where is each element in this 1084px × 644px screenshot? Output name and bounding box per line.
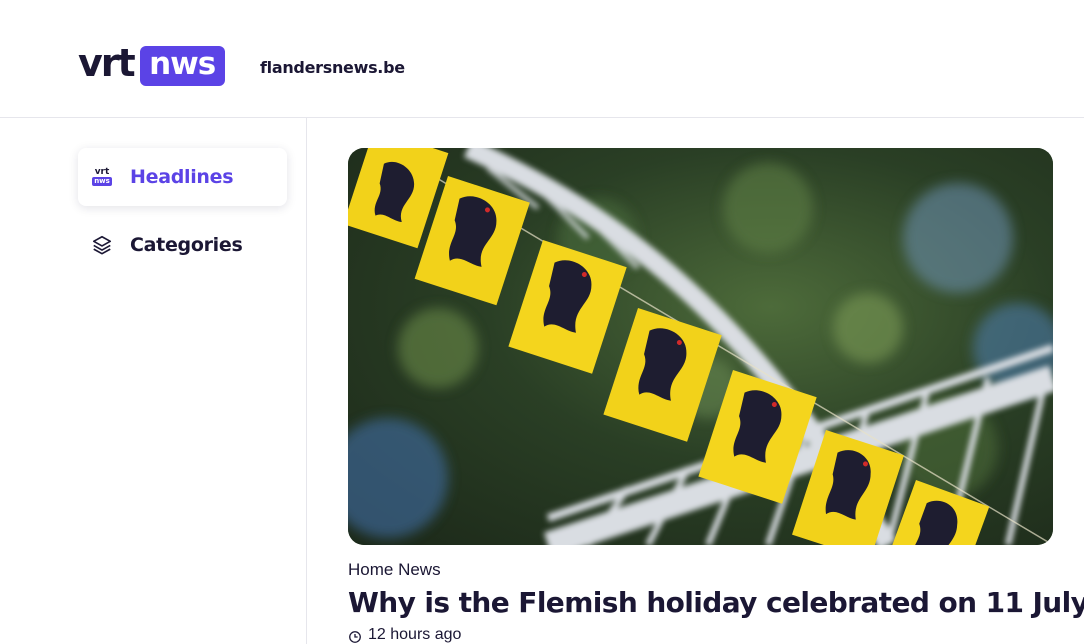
article-title[interactable]: Why is the Flemish holiday celebrated on… bbox=[348, 586, 1084, 620]
vrt-nws-logo-icon: vrt nws bbox=[90, 165, 114, 189]
sidebar-item-label: Categories bbox=[130, 234, 243, 256]
clock-icon bbox=[349, 630, 361, 643]
layers-icon bbox=[90, 233, 114, 257]
site-name[interactable]: flandersnews.be bbox=[260, 58, 405, 77]
mini-logo-vrt: vrt bbox=[94, 167, 110, 177]
article-category[interactable]: Home News bbox=[348, 560, 1053, 580]
site-header: vrt nws flandersnews.be bbox=[0, 0, 1084, 118]
mini-logo-nws: nws bbox=[92, 177, 112, 186]
sidebar-item-label: Headlines bbox=[130, 166, 234, 188]
article-image[interactable] bbox=[348, 148, 1053, 545]
logo-nws-badge: nws bbox=[139, 46, 225, 86]
sidebar-item-headlines[interactable]: vrt nws Headlines bbox=[78, 148, 287, 206]
article-time: 12 hours ago bbox=[368, 626, 462, 643]
vrt-nws-logo[interactable]: vrt nws bbox=[78, 41, 225, 86]
article-meta: 12 hours ago bbox=[348, 626, 1053, 644]
sidebar: vrt nws Headlines Categories bbox=[0, 118, 307, 644]
logo-vrt-text: vrt bbox=[78, 41, 136, 85]
sidebar-item-categories[interactable]: Categories bbox=[78, 216, 287, 274]
article-card[interactable]: Home News Why is the Flemish holiday cel… bbox=[348, 148, 1084, 644]
